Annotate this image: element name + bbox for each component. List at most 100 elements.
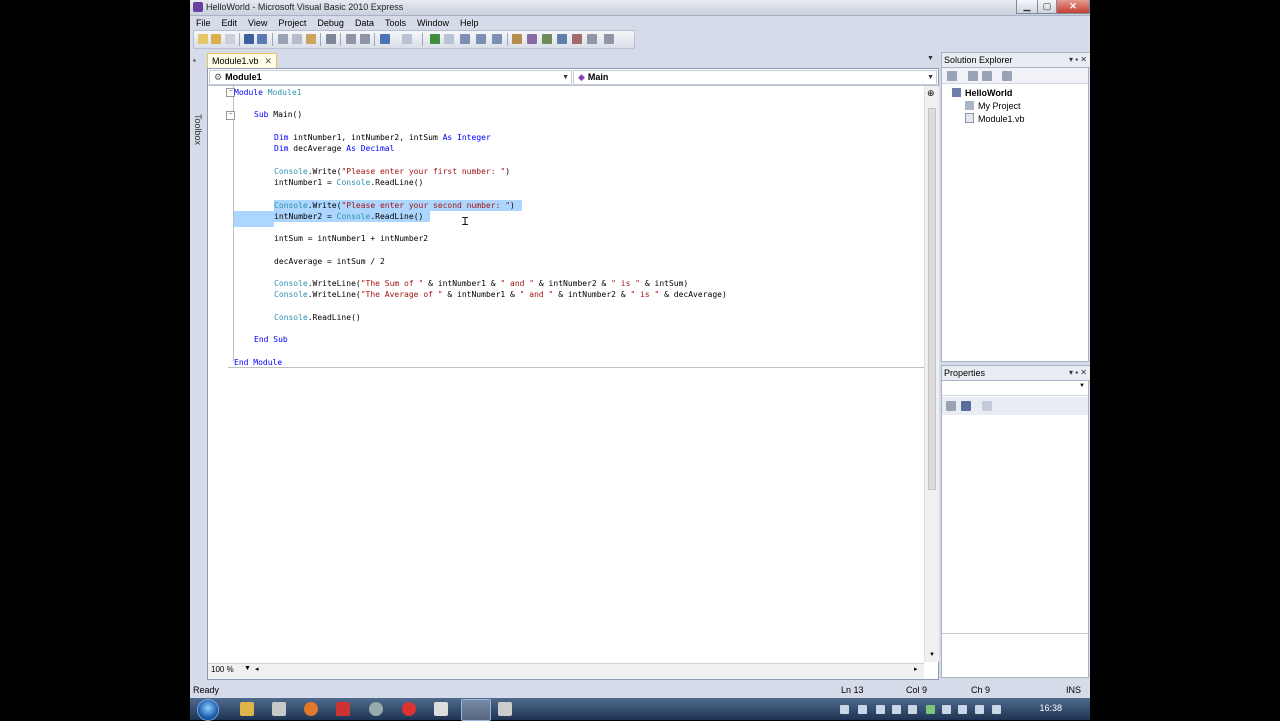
collapse-icon[interactable]: −	[226, 111, 235, 120]
minimize-button[interactable]: ▁	[1016, 0, 1038, 14]
tree-item-helloworld[interactable]: HelloWorld	[952, 88, 1012, 99]
zoom-dropdown-icon[interactable]: ▼	[244, 665, 251, 672]
toolbox-tab[interactable]: ▪ Toolbox	[190, 52, 204, 678]
app-icon[interactable]	[434, 702, 448, 716]
step-into-icon[interactable]	[460, 34, 470, 44]
undo-icon[interactable]	[380, 34, 390, 44]
scroll-right-icon[interactable]: ▸	[914, 665, 918, 673]
start-debugging-icon[interactable]	[430, 34, 440, 44]
vertical-scrollbar[interactable]: ⊕ ▼	[924, 86, 939, 662]
volume-icon[interactable]	[992, 705, 1001, 714]
cut-icon[interactable]	[278, 34, 288, 44]
step-over-icon[interactable]	[476, 34, 486, 44]
code-line: Console.ReadLine()	[274, 313, 361, 322]
chevron-down-icon: ▼	[1079, 383, 1085, 389]
pdf-icon[interactable]	[336, 702, 350, 716]
close-button[interactable]: ✕	[1056, 0, 1090, 14]
save-all-icon[interactable]	[257, 34, 267, 44]
toolbar-separator	[340, 33, 341, 46]
tray-icon[interactable]	[858, 705, 867, 714]
tool-windows: Solution Explorer ▾ ▪ ✕ HelloWorld My Pr…	[941, 52, 1090, 678]
class-combo-value: Module1	[225, 72, 262, 82]
tab-dropdown-icon[interactable]: ▼	[927, 55, 934, 62]
menu-project[interactable]: Project	[272, 16, 311, 30]
class-combo[interactable]: ⚙ Module1 ▼	[209, 70, 572, 85]
comment-icon[interactable]	[346, 34, 356, 44]
toolbox-icon[interactable]	[557, 34, 567, 44]
copy-icon[interactable]	[292, 34, 302, 44]
maximize-button[interactable]: ▢	[1037, 0, 1057, 14]
properties-object-combo[interactable]: ▼	[942, 381, 1088, 396]
scroll-left-icon[interactable]: ◂	[255, 665, 259, 673]
menu-window[interactable]: Window	[411, 16, 454, 30]
extension-manager-icon[interactable]	[587, 34, 597, 44]
find-icon[interactable]	[326, 34, 336, 44]
clock[interactable]: 16:38	[1039, 703, 1062, 713]
app-icon[interactable]	[272, 702, 286, 716]
step-out-icon[interactable]	[492, 34, 502, 44]
tree-item-module1[interactable]: Module1.vb	[965, 113, 1025, 125]
pane-controls[interactable]: ▾ ▪ ✕	[1069, 366, 1087, 380]
tray-icon[interactable]	[908, 705, 917, 714]
properties-icon[interactable]	[947, 71, 957, 81]
menu-help[interactable]: Help	[454, 16, 484, 30]
app-icon[interactable]	[369, 702, 383, 716]
split-handle-icon[interactable]: ⊕	[927, 88, 935, 99]
status-mode: INS	[1066, 685, 1082, 695]
solution-explorer-icon[interactable]	[512, 34, 522, 44]
app-icon[interactable]	[402, 702, 416, 716]
zoom-level[interactable]: 100 %	[211, 665, 234, 674]
menu-view[interactable]: View	[242, 16, 272, 30]
categorized-icon[interactable]	[946, 401, 956, 411]
new-project-icon[interactable]	[198, 34, 208, 44]
toolbar-separator	[374, 33, 375, 46]
menu-tools[interactable]: Tools	[379, 16, 411, 30]
view-code-icon[interactable]	[1002, 71, 1012, 81]
pane-controls[interactable]: ▾ ▪ ✕	[1069, 53, 1087, 67]
show-all-files-icon[interactable]	[968, 71, 978, 81]
properties-icon[interactable]	[527, 34, 537, 44]
tab-module1-vb[interactable]: Module1.vb ✕	[207, 53, 278, 68]
code-editor: ⚙ Module1 ▼ ◆ Main ▼ − − Module Module1 Su…	[207, 68, 939, 680]
start-page-icon[interactable]	[572, 34, 582, 44]
network-icon[interactable]	[975, 705, 984, 714]
tray-icon[interactable]	[876, 705, 885, 714]
tree-item-my-project[interactable]: My Project	[965, 101, 1021, 112]
save-icon[interactable]	[244, 34, 254, 44]
open-file-icon[interactable]	[211, 34, 221, 44]
menu-edit[interactable]: Edit	[216, 16, 243, 30]
tray-icon[interactable]	[942, 705, 951, 714]
visual-basic-task-button[interactable]	[461, 699, 491, 721]
tab-close-icon[interactable]: ✕	[265, 56, 273, 66]
status-line: Ln 13	[841, 685, 864, 695]
object-browser-icon[interactable]	[542, 34, 552, 44]
menu-data[interactable]: Data	[349, 16, 379, 30]
method-combo[interactable]: ◆ Main ▼	[573, 70, 937, 85]
scroll-down-icon[interactable]: ▼	[929, 652, 935, 658]
stop-icon[interactable]	[444, 34, 454, 44]
property-pages-icon[interactable]	[982, 401, 992, 411]
add-item-icon[interactable]	[225, 34, 235, 44]
paste-icon[interactable]	[306, 34, 316, 44]
code-line: Console.Write("Please enter your second …	[274, 201, 515, 210]
explorer-icon[interactable]	[240, 702, 254, 716]
toolbar-separator	[320, 33, 321, 46]
code-line: intSum = intNumber1 + intNumber2	[274, 234, 429, 243]
scroll-thumb[interactable]	[928, 108, 936, 490]
tray-icon[interactable]	[926, 705, 935, 714]
toolbar-options-icon[interactable]	[604, 34, 614, 44]
tray-icon[interactable]	[892, 705, 901, 714]
uncomment-icon[interactable]	[360, 34, 370, 44]
alphabetical-icon[interactable]	[961, 401, 971, 411]
redo-icon[interactable]	[402, 34, 412, 44]
start-button[interactable]	[197, 699, 219, 721]
code-text-area[interactable]: − − Module Module1 Sub Main() Dim intNum…	[208, 86, 928, 662]
tray-icon[interactable]	[958, 705, 967, 714]
app-icon[interactable]	[498, 702, 512, 716]
firefox-icon[interactable]	[304, 702, 318, 716]
tray-icon[interactable]	[840, 705, 849, 714]
refresh-icon[interactable]	[982, 71, 992, 81]
method-combo-value: Main	[587, 72, 609, 82]
menu-file[interactable]: File	[190, 16, 216, 30]
menu-debug[interactable]: Debug	[311, 16, 349, 30]
